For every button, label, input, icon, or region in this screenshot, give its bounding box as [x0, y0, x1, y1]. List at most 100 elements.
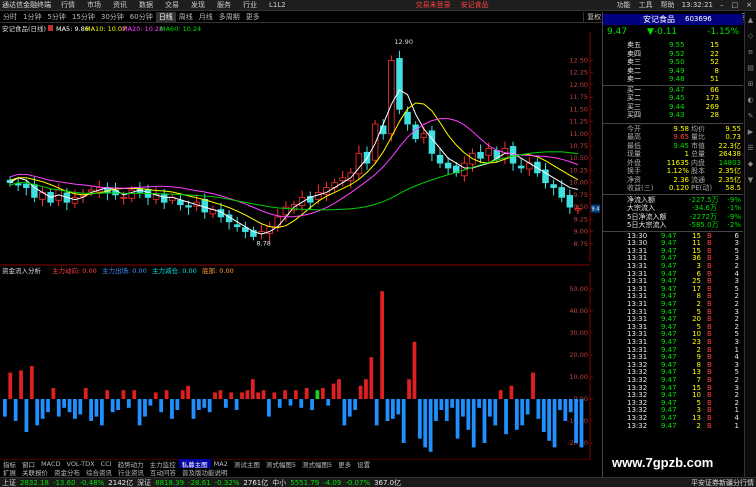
tick-volume: 2	[696, 299, 701, 308]
flow-value: -585.0万	[689, 221, 719, 229]
ma20-label: MA20: 10.28	[122, 25, 163, 33]
menu-item-data[interactable]: 数据	[133, 0, 159, 10]
order-book-row: 卖一 9.48 51	[603, 75, 743, 83]
indicator-bar	[24, 399, 29, 432]
status-bar: 上证 2832.18 -13.60 -0.48% 2142亿 深证 8818.39 -28.6…	[0, 477, 756, 487]
indicator-bar	[412, 341, 417, 399]
sidebar-tool-icon[interactable]: ⊞	[745, 76, 756, 92]
sidebar-tool-icon[interactable]: ◆	[745, 156, 756, 172]
info-tab[interactable]: 行业资讯	[115, 467, 147, 477]
flow-pct: -1%	[727, 204, 741, 212]
menu-item-tools[interactable]: 工具	[635, 0, 657, 10]
app-name: 通达信金融终端	[2, 1, 51, 9]
indicator-bar	[428, 399, 433, 452]
stock-code: 603696	[685, 15, 712, 23]
tick-time: 13:31	[627, 261, 648, 270]
period-tab[interactable]: 日线	[155, 12, 176, 22]
index-change: -4.09	[323, 478, 342, 487]
index-amount: 2142亿	[108, 478, 134, 487]
indicator-bar	[563, 399, 568, 421]
period-tab[interactable]: 周线	[176, 12, 196, 22]
indicator-legend: 主力减仓: 0.00	[152, 266, 197, 275]
indicator-bar	[240, 392, 244, 399]
info-tab[interactable]: 普及版功能说明	[179, 467, 231, 477]
sidebar-tool-icon[interactable]: ▲	[745, 12, 756, 28]
index-name[interactable]: 深证	[135, 478, 153, 487]
index-name[interactable]: 上证	[0, 478, 18, 487]
stat-row: 净资 2.36 流通 2.35亿	[603, 176, 743, 184]
indicator-bar	[46, 399, 50, 413]
close-icon[interactable]: ×	[742, 1, 756, 9]
period-tab[interactable]: 1分钟	[20, 12, 44, 22]
sidebar-tool-icon[interactable]: ◇	[745, 28, 756, 44]
sidebar-tool-icon[interactable]: ✎	[745, 108, 756, 124]
order-volume: 52	[710, 58, 719, 66]
y-tick-label: 10.00	[569, 179, 588, 187]
indicator-bar	[504, 399, 508, 435]
period-tab[interactable]: 15分钟	[69, 12, 98, 22]
info-tab[interactable]: 扩展	[0, 467, 19, 477]
chart-area[interactable]: 安记食品(日线) MA5: 9.86MA10: 10.07MA20: 10.28M…	[0, 24, 600, 486]
indicator-bar	[8, 372, 13, 399]
indicator-bar	[143, 399, 147, 417]
info-tab[interactable]: 关联报价	[19, 467, 51, 477]
indicator-bar	[105, 390, 110, 399]
indicator-bar	[547, 399, 552, 441]
period-tab[interactable]: 多周期	[216, 12, 243, 22]
sidebar-tool-icon[interactable]: ▶	[745, 124, 756, 140]
menu-item-market[interactable]: 行情	[55, 0, 81, 10]
tick-count: 3	[734, 337, 739, 346]
candlestick	[404, 106, 411, 131]
info-tab[interactable]: 互动问答	[147, 467, 179, 477]
indicator-bar	[536, 399, 541, 419]
period-tab[interactable]: 30分钟	[98, 12, 127, 22]
indicator-bar	[444, 399, 449, 421]
menu-item-l1l2[interactable]: L1L2	[263, 1, 292, 9]
quote-panel: 安记食品 603696 9.47 ▼-0.11 -1.15% 卖五 9.55 15 卖四 9.52…	[602, 12, 743, 486]
indicator-bar	[520, 399, 525, 426]
menu-item-news[interactable]: 资讯	[107, 0, 133, 10]
period-tab[interactable]: 5分钟	[44, 12, 68, 22]
y-tick-label: 12.00	[569, 81, 588, 89]
menu-item-help[interactable]: 帮助	[657, 0, 679, 10]
sidebar-tool-icon[interactable]: ☰	[745, 140, 756, 156]
indicator-bar	[207, 399, 212, 413]
sidebar-tool-icon[interactable]: ▼	[745, 172, 756, 188]
menu-item-discover[interactable]: 发现	[185, 0, 211, 10]
indicator-bar	[116, 399, 120, 410]
candlestick	[233, 216, 241, 232]
period-tab[interactable]: 分时	[0, 12, 20, 22]
menu-item-industry[interactable]: 行业	[237, 0, 263, 10]
index-value: 2832.18	[20, 478, 49, 487]
maximize-icon[interactable]: □	[728, 1, 743, 9]
period-tab[interactable]: 60分钟	[127, 12, 156, 22]
menu-item-function[interactable]: 功能	[613, 0, 635, 10]
indicator-bar	[283, 390, 287, 399]
tick-time: 13:31	[627, 337, 648, 346]
info-tab[interactable]: 综合资讯	[83, 467, 115, 477]
period-tab[interactable]: 更多	[243, 12, 263, 22]
candlestick	[169, 193, 176, 205]
period-tab[interactable]: 月线	[196, 12, 216, 22]
sidebar-tool-icon[interactable]: ◐	[745, 92, 756, 108]
stat-value: 9.58	[673, 124, 689, 133]
info-tab[interactable]: 资金分布	[51, 467, 83, 477]
sidebar-tool-icon[interactable]: ▤	[745, 60, 756, 76]
sidebar-tool-icon[interactable]: ≡	[745, 44, 756, 60]
indicator-bar	[450, 399, 455, 408]
menu-item-trade[interactable]: 交易	[159, 0, 185, 10]
login-status[interactable]: 交易未登录	[411, 0, 456, 10]
stat-row: 外盘 11635 内盘 14803	[603, 159, 743, 167]
indicator-bar	[256, 392, 261, 399]
minimize-icon[interactable]: –	[716, 1, 728, 9]
order-level: 买一	[627, 85, 641, 94]
order-volume: 22	[710, 49, 719, 58]
chart-title: 安记食品(日线)	[2, 24, 46, 33]
stat-value: 0.73	[725, 133, 741, 141]
stat-row: 收益(三) 0.120 PE(动) 58.5	[603, 184, 743, 192]
index-name[interactable]: 中小	[270, 478, 288, 487]
menu-item-service[interactable]: 服务	[211, 0, 237, 10]
indicator-bar	[78, 399, 83, 415]
menu-item-board[interactable]: 市场	[81, 0, 107, 10]
price-pct: -1.15%	[707, 27, 739, 37]
